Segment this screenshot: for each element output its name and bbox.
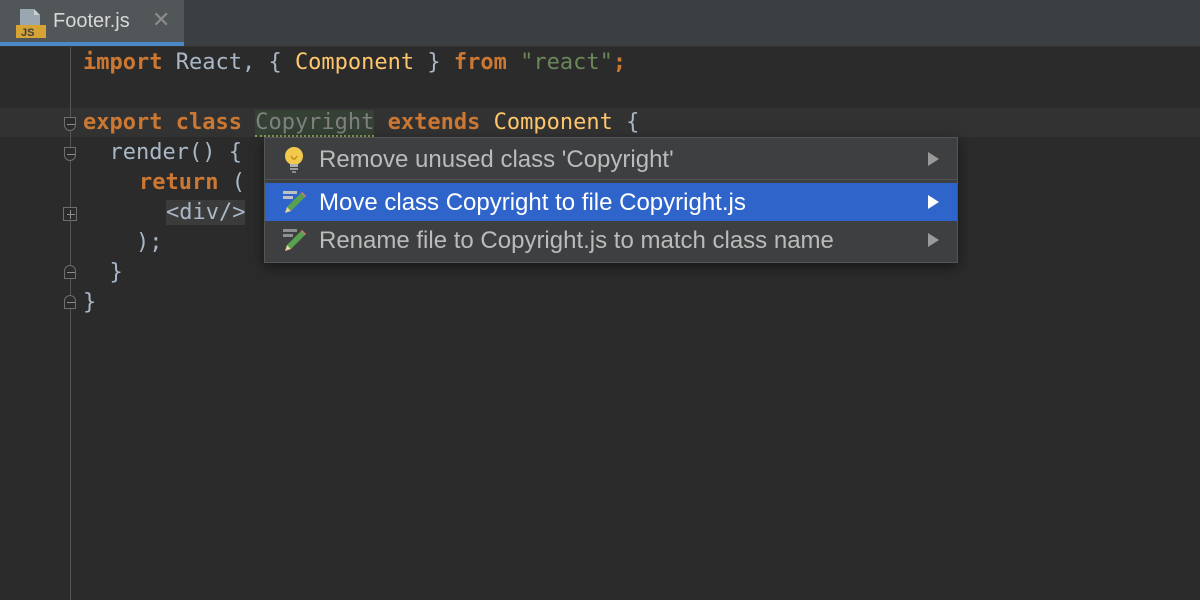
- expand-fold-icon[interactable]: [63, 207, 77, 221]
- fold-class-icon[interactable]: [64, 117, 76, 131]
- rename-file-item[interactable]: Rename file to Copyright.js to match cla…: [265, 221, 957, 259]
- code-line-7: );: [83, 230, 163, 255]
- submenu-arrow-icon[interactable]: [928, 152, 939, 166]
- collapsed-jsx: <div/>: [166, 200, 246, 225]
- code-line-5: return (: [139, 170, 245, 195]
- move-class-item[interactable]: Move class Copyright to file Copyright.j…: [265, 183, 957, 221]
- code-line-8: }: [83, 260, 123, 285]
- unused-class-name[interactable]: Copyright: [255, 110, 375, 137]
- item-label: Rename file to Copyright.js to match cla…: [319, 227, 834, 254]
- fold-end-class-icon[interactable]: [64, 295, 76, 309]
- submenu-arrow-icon[interactable]: [928, 195, 939, 209]
- fold-end-render-icon[interactable]: [64, 265, 76, 279]
- code-line-4: render() {: [83, 140, 242, 165]
- pencil-icon: [283, 191, 306, 213]
- code-line-1: import React, { Component } from "react"…: [83, 50, 627, 75]
- code-line-9: }: [83, 290, 97, 315]
- pencil-icon: [283, 229, 306, 251]
- code-content: import React, { Component } from "react"…: [0, 0, 639, 400]
- fold-render-icon[interactable]: [64, 147, 76, 161]
- item-label: Move class Copyright to file Copyright.j…: [319, 189, 746, 216]
- tab-label: Footer.js: [53, 10, 130, 32]
- item-label: Remove unused class 'Copyright': [319, 146, 674, 173]
- code-line-6: <div/>: [166, 198, 246, 228]
- separator: [265, 179, 957, 180]
- lightbulb-icon: [285, 147, 303, 173]
- tab-footer-js[interactable]: JS Footer.js ✕: [0, 0, 184, 46]
- editor-tab-bar: JS Footer.js ✕: [0, 0, 1200, 47]
- close-icon[interactable]: ✕: [152, 9, 170, 31]
- submenu-arrow-icon[interactable]: [928, 233, 939, 247]
- remove-unused-class-item[interactable]: Remove unused class 'Copyright': [265, 140, 957, 178]
- intention-actions-popup: Remove unused class 'Copyright' Move cla…: [264, 137, 958, 263]
- code-line-3: export class Copyright extends Component…: [83, 110, 640, 137]
